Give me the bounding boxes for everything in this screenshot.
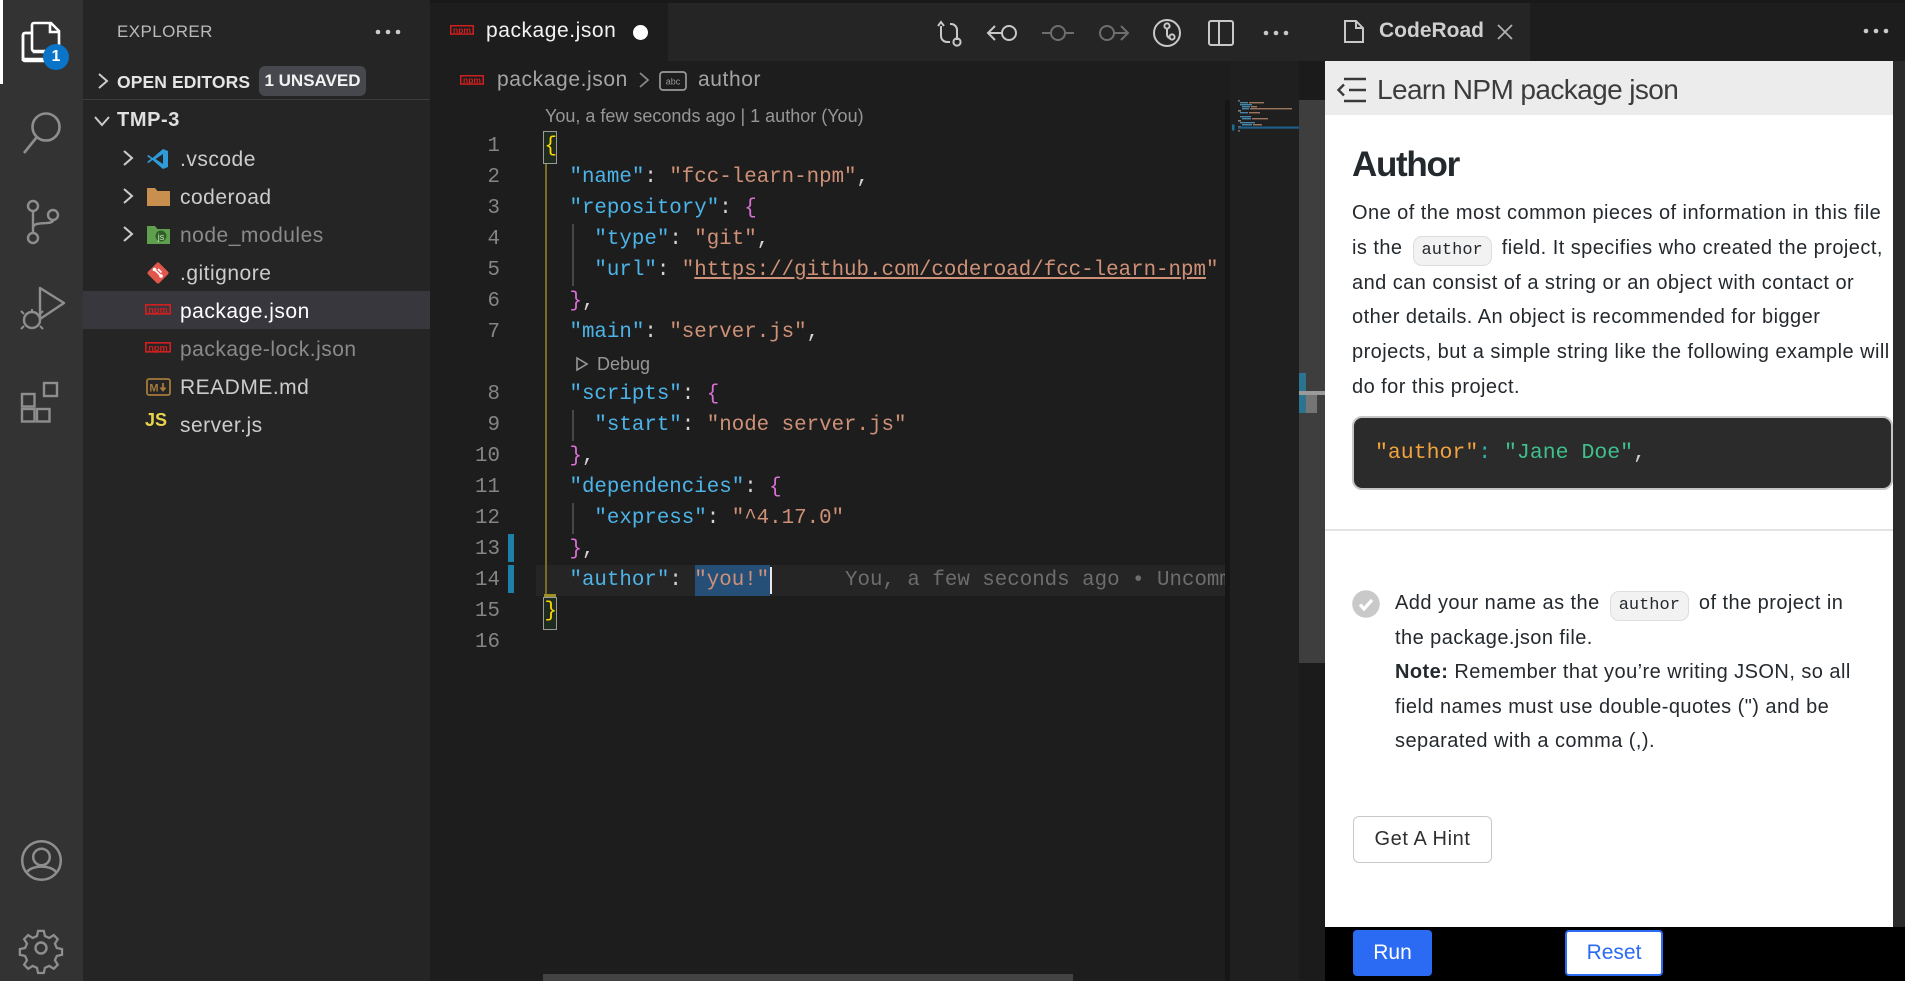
svg-text:npm: npm — [148, 305, 167, 315]
svg-text:js: js — [157, 232, 165, 242]
svg-text:npm: npm — [148, 343, 167, 353]
svg-text:npm: npm — [453, 25, 471, 35]
svg-text:M: M — [149, 383, 158, 395]
svg-text:abc: abc — [666, 77, 681, 87]
svg-text:npm: npm — [463, 75, 481, 85]
